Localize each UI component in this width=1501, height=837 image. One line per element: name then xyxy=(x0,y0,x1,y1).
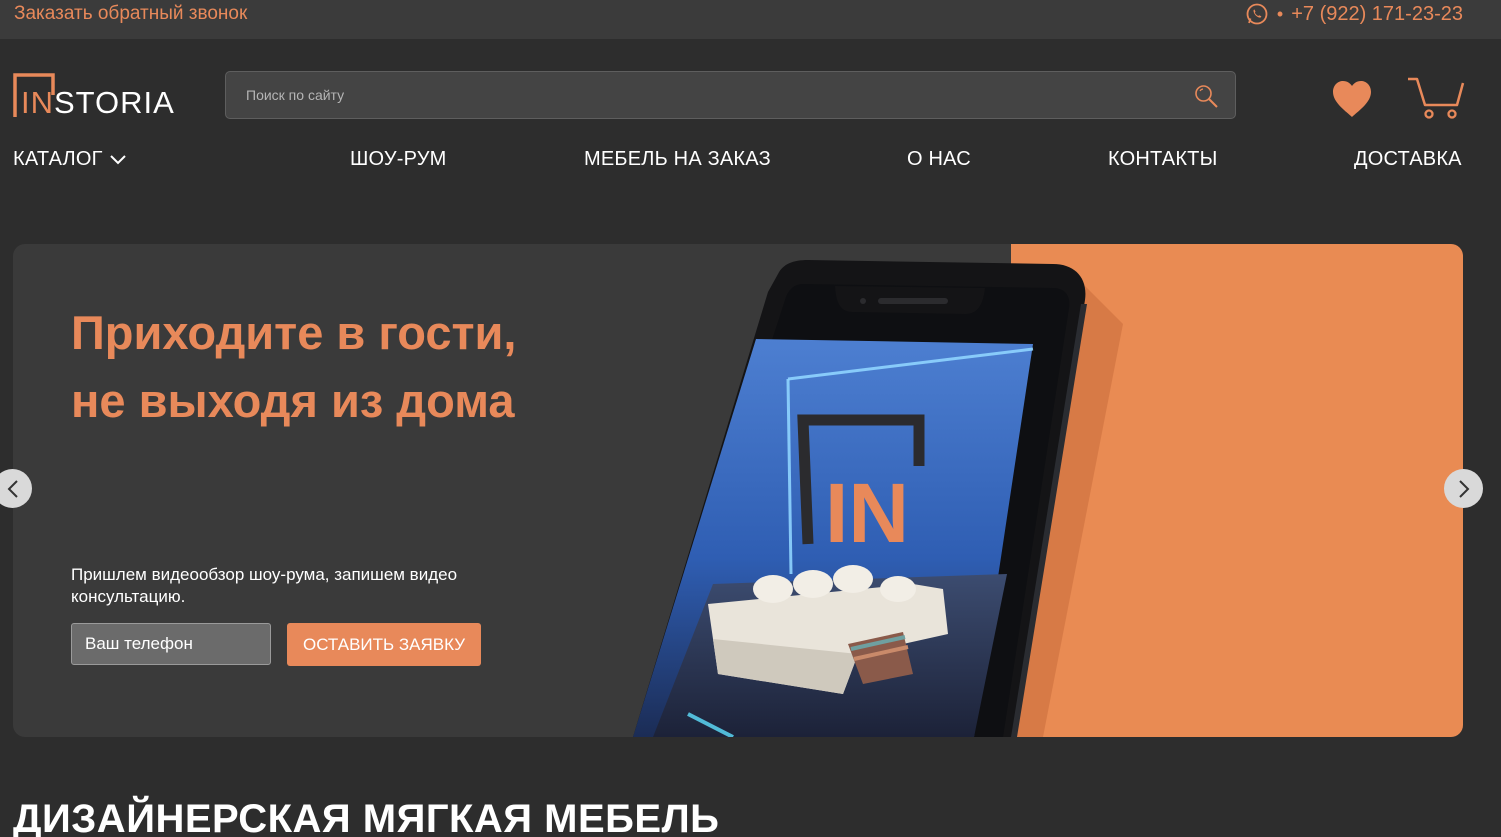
hero-title-line-1: Приходите в гости, xyxy=(71,306,517,359)
submit-request-button[interactable]: ОСТАВИТЬ ЗАЯВКУ xyxy=(287,623,481,666)
hero-banner: IN Приходите в гости, не выходя из дома … xyxy=(13,244,1463,737)
main-nav: КАТАЛОГ ШОУ-РУМ МЕБЕЛЬ НА ЗАКАЗ О НАС КО… xyxy=(0,148,1501,178)
cart-icon[interactable] xyxy=(1405,75,1465,121)
whatsapp-icon[interactable] xyxy=(1245,2,1269,26)
logo-text-rest: STORIA xyxy=(54,85,175,120)
nav-item-showroom[interactable]: ШОУ-РУМ xyxy=(350,148,446,171)
nav-item-catalog-label: КАТАЛОГ xyxy=(13,148,103,170)
search-input[interactable] xyxy=(226,72,1186,118)
chevron-right-icon xyxy=(1459,480,1470,498)
search-icon[interactable] xyxy=(1193,83,1219,109)
screen-logo-text: IN xyxy=(825,466,909,560)
carousel-next-button[interactable] xyxy=(1444,469,1483,508)
hero-title-line-2: не выходя из дома xyxy=(71,374,515,427)
chevron-down-icon xyxy=(109,155,126,165)
hero-title: Приходите в гости, не выходя из дома xyxy=(71,299,671,435)
nav-item-catalog[interactable]: КАТАЛОГ xyxy=(13,148,127,171)
section-title: ДИЗАЙНЕРСКАЯ МЯГКАЯ МЕБЕЛЬ xyxy=(13,797,720,837)
search-bar xyxy=(225,71,1236,119)
nav-item-custom-furniture[interactable]: МЕБЕЛЬ НА ЗАКАЗ xyxy=(584,148,771,171)
nav-item-contacts[interactable]: КОНТАКТЫ xyxy=(1108,148,1218,171)
site-logo[interactable]: INSTORIA xyxy=(13,73,195,119)
nav-item-delivery[interactable]: ДОСТАВКА xyxy=(1354,148,1462,171)
chevron-left-icon xyxy=(7,480,18,498)
hero-subtitle: Пришлем видеообзор шоу-рума, запишем вид… xyxy=(71,565,458,606)
heart-icon[interactable] xyxy=(1331,79,1373,119)
logo-text-in: IN xyxy=(21,85,54,120)
callback-link[interactable]: Заказать обратный звонок xyxy=(14,3,247,25)
phone-link[interactable]: +7 (922) 171-23-23 xyxy=(1291,3,1463,26)
logo-text: INSTORIA xyxy=(21,87,175,119)
nav-item-about[interactable]: О НАС xyxy=(907,148,971,171)
contact-phone-group: • +7 (922) 171-23-23 xyxy=(1245,2,1463,26)
smartphone-illustration: IN xyxy=(633,260,1123,737)
phone-input[interactable] xyxy=(71,623,271,665)
top-bar: Заказать обратный звонок • +7 (922) 171-… xyxy=(0,0,1501,39)
separator-dot: • xyxy=(1276,3,1284,24)
